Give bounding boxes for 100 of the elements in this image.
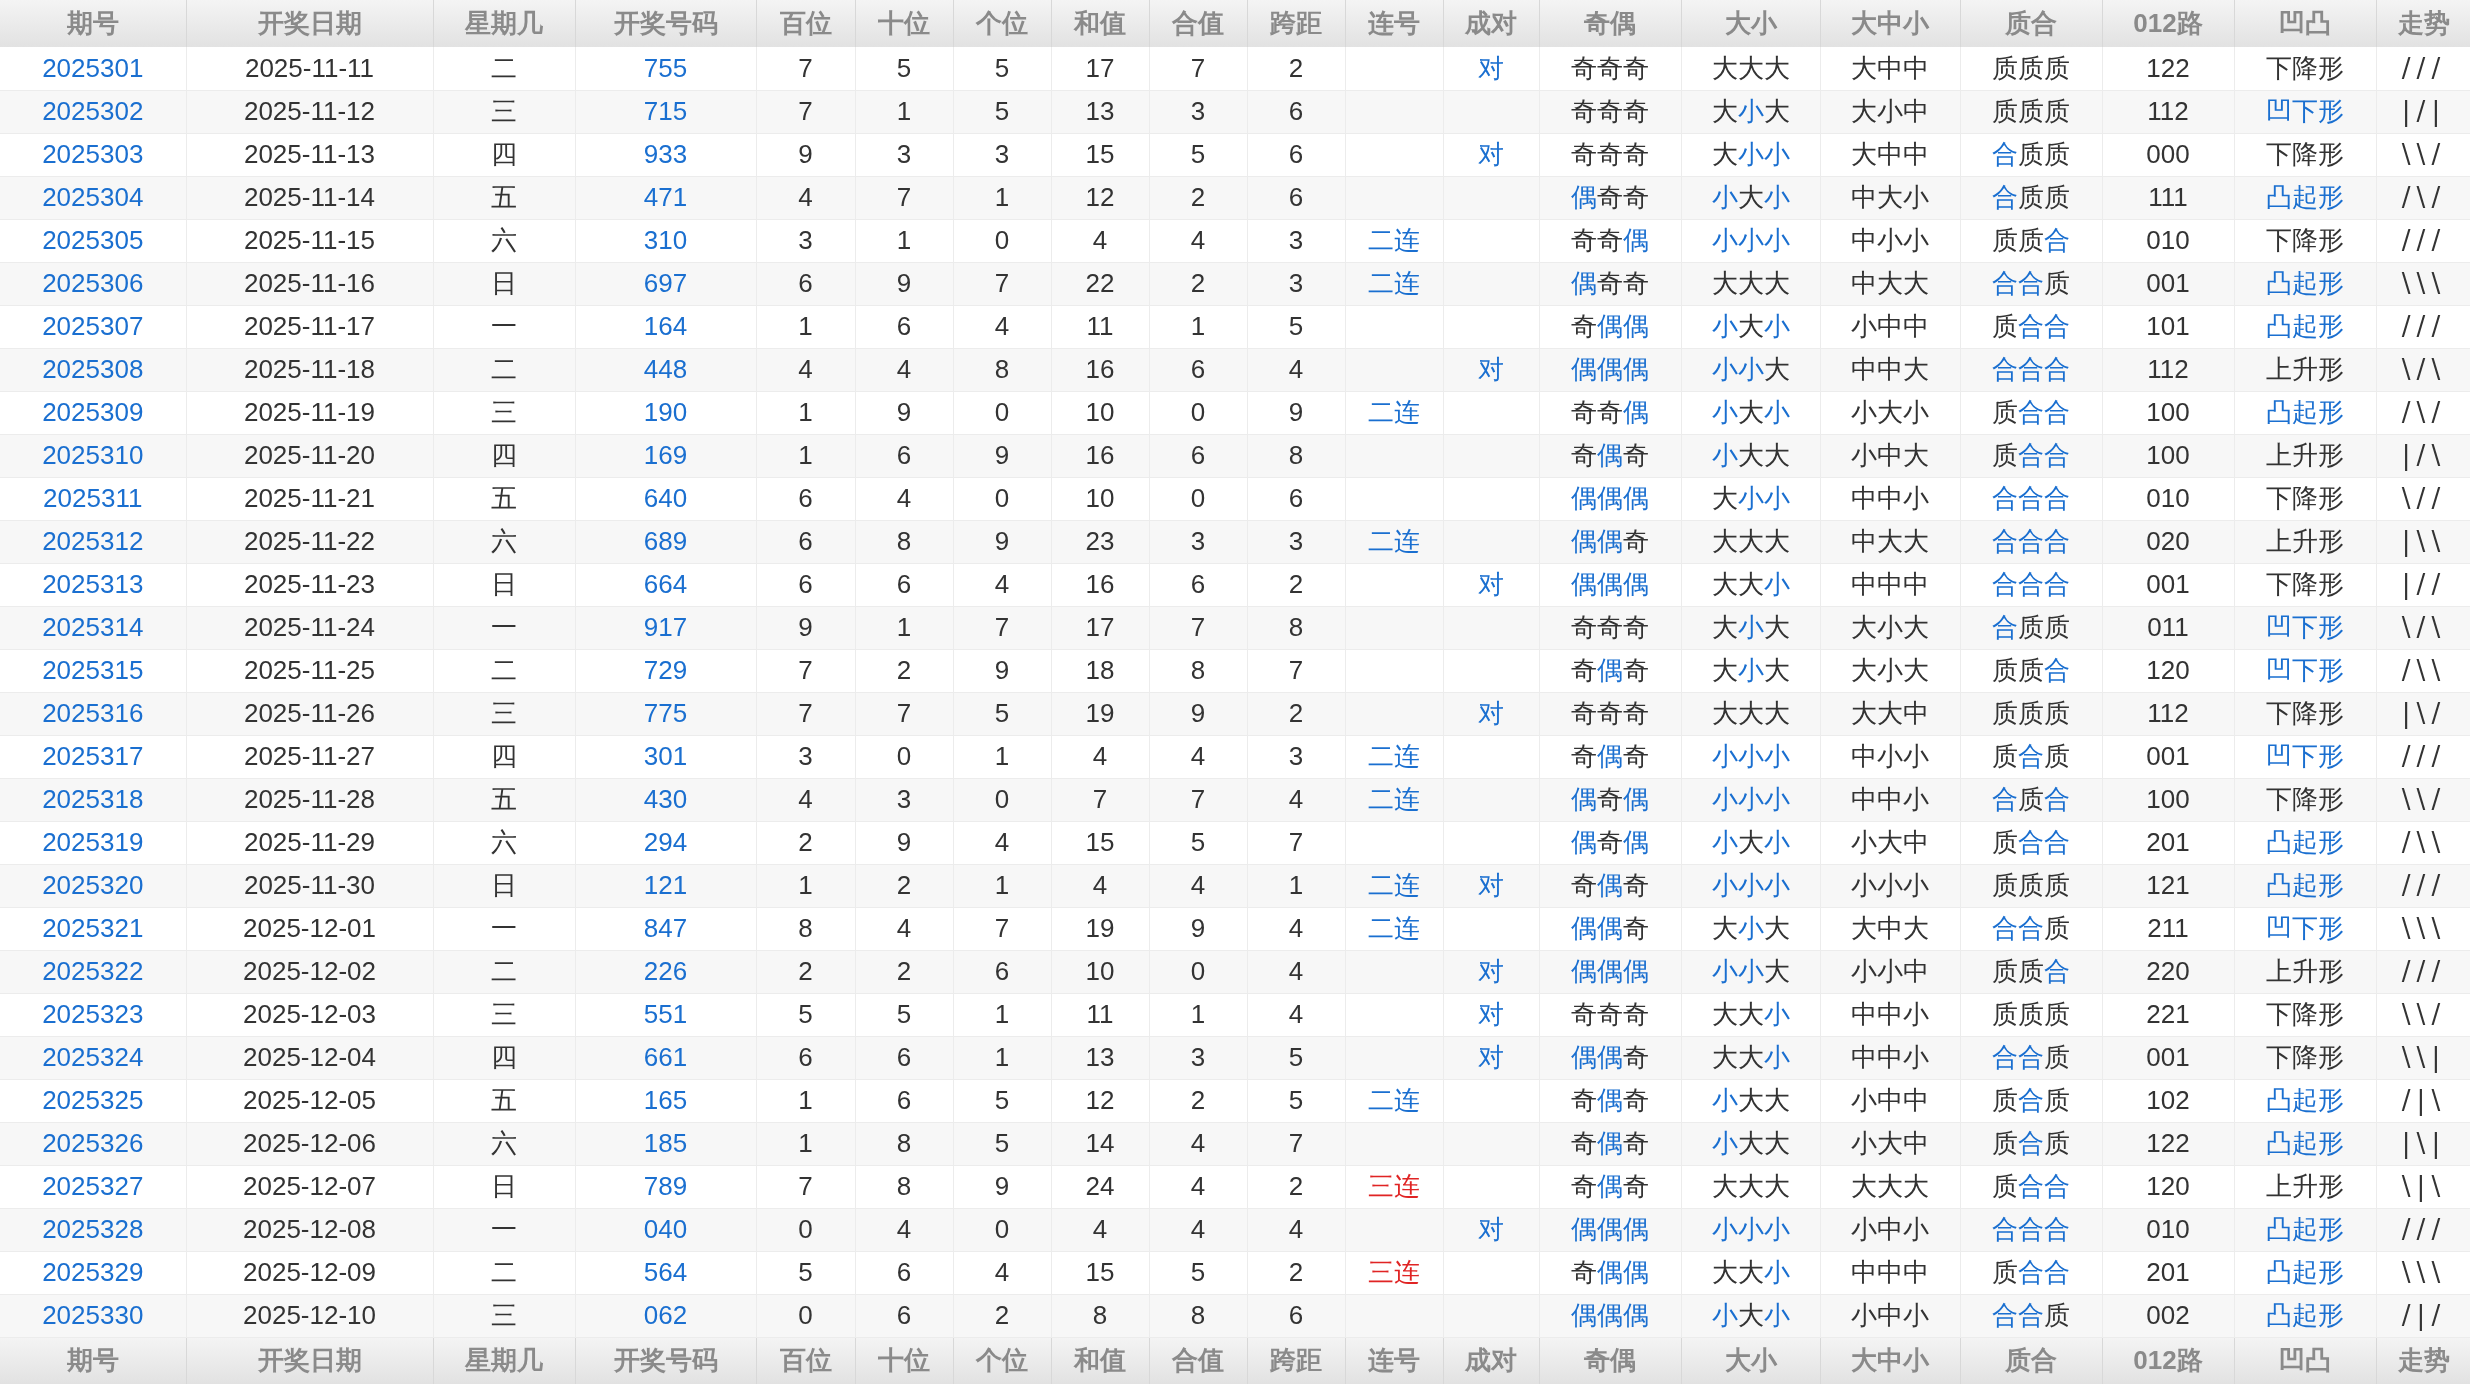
table-cell[interactable]: 2025306	[0, 262, 186, 305]
table-cell: 2025-11-14	[186, 176, 433, 219]
table-cell: |\/	[2376, 692, 2470, 735]
table-cell[interactable]: 2025318	[0, 778, 186, 821]
table-cell: 质质质	[1960, 90, 2102, 133]
table-cell: 10	[1051, 391, 1149, 434]
table-cell: 6	[1149, 348, 1247, 391]
table-cell: 大大小	[1681, 1251, 1820, 1294]
table-cell: 小大中	[1820, 821, 1960, 864]
table-cell: 6	[855, 1079, 953, 1122]
table-cell: 2025-11-15	[186, 219, 433, 262]
table-cell: 二连	[1345, 1079, 1443, 1122]
table-cell: 质合质	[1960, 1122, 2102, 1165]
table-cell: 301	[575, 735, 756, 778]
column-footer: 奇偶	[1539, 1337, 1681, 1384]
table-cell: 下降形	[2234, 692, 2376, 735]
table-cell: 奇奇奇	[1539, 90, 1681, 133]
table-cell[interactable]: 2025302	[0, 90, 186, 133]
table-cell[interactable]: 2025312	[0, 520, 186, 563]
table-cell[interactable]: 2025324	[0, 1036, 186, 1079]
table-cell[interactable]: 2025309	[0, 391, 186, 434]
table-cell: 合质合	[1960, 778, 2102, 821]
table-cell: 12	[1051, 1079, 1149, 1122]
table-cell: 6	[1149, 434, 1247, 477]
table-cell: 小大大	[1681, 1122, 1820, 1165]
table-cell[interactable]: 2025328	[0, 1208, 186, 1251]
table-cell[interactable]: 2025321	[0, 907, 186, 950]
table-cell: 奇奇奇	[1539, 993, 1681, 1036]
table-cell: 大大大	[1681, 692, 1820, 735]
table-cell: 2	[855, 649, 953, 692]
table-cell[interactable]: 2025311	[0, 477, 186, 520]
table-cell[interactable]: 2025317	[0, 735, 186, 778]
table-cell: 6	[1149, 563, 1247, 606]
table-cell: 偶奇奇	[1539, 176, 1681, 219]
table-cell[interactable]: 2025325	[0, 1079, 186, 1122]
table-cell: 430	[575, 778, 756, 821]
table-cell: 201	[2102, 1251, 2234, 1294]
table-cell[interactable]: 2025320	[0, 864, 186, 907]
table-cell: 2025-12-05	[186, 1079, 433, 1122]
column-footer: 开奖号码	[575, 1337, 756, 1384]
table-cell: 5	[953, 1122, 1051, 1165]
table-cell[interactable]: 2025314	[0, 606, 186, 649]
table-cell[interactable]: 2025327	[0, 1165, 186, 1208]
table-cell[interactable]: 2025301	[0, 47, 186, 90]
table-cell: 6	[1247, 1294, 1345, 1337]
table-cell: 2025-11-19	[186, 391, 433, 434]
table-cell: 4	[855, 348, 953, 391]
table-cell[interactable]: 2025326	[0, 1122, 186, 1165]
table-cell[interactable]: 2025303	[0, 133, 186, 176]
table-cell: 偶偶奇	[1539, 520, 1681, 563]
table-cell: 上升形	[2234, 1165, 2376, 1208]
table-cell: 4	[1051, 735, 1149, 778]
table-cell[interactable]: 2025329	[0, 1251, 186, 1294]
table-cell[interactable]: 2025322	[0, 950, 186, 993]
table-cell: 4	[1149, 1122, 1247, 1165]
table-cell: 凹下形	[2234, 735, 2376, 778]
table-cell: 7	[756, 649, 855, 692]
table-cell[interactable]: 2025305	[0, 219, 186, 262]
table-cell: 169	[575, 434, 756, 477]
table-cell: 11	[1051, 993, 1149, 1036]
table-cell[interactable]: 2025304	[0, 176, 186, 219]
table-cell: 2	[1247, 563, 1345, 606]
table-cell[interactable]: 2025307	[0, 305, 186, 348]
table-cell: 2025-12-08	[186, 1208, 433, 1251]
table-cell: 9	[756, 606, 855, 649]
table-cell[interactable]: 2025315	[0, 649, 186, 692]
table-cell[interactable]: 2025310	[0, 434, 186, 477]
table-cell[interactable]: 2025319	[0, 821, 186, 864]
table-cell: 121	[2102, 864, 2234, 907]
table-cell: 大中大	[1820, 907, 1960, 950]
table-cell: 2	[953, 1294, 1051, 1337]
table-cell: 大大大	[1681, 520, 1820, 563]
table-cell: 0	[1149, 950, 1247, 993]
table-cell: 奇奇偶	[1539, 219, 1681, 262]
table-cell: 质合合	[1960, 821, 2102, 864]
table-cell[interactable]: 2025308	[0, 348, 186, 391]
table-cell: 13	[1051, 90, 1149, 133]
table-cell: 3	[953, 133, 1051, 176]
table-cell[interactable]: 2025316	[0, 692, 186, 735]
table-cell: 六	[433, 520, 575, 563]
column-footer: 大中小	[1820, 1337, 1960, 1384]
table-cell[interactable]: 2025323	[0, 993, 186, 1036]
table-cell: 下降形	[2234, 47, 2376, 90]
table-cell: 661	[575, 1036, 756, 1079]
table-cell: 中大小	[1820, 176, 1960, 219]
table-cell: 4	[1051, 1208, 1149, 1251]
table-cell: 奇偶偶	[1539, 305, 1681, 348]
table-cell: 2025-11-16	[186, 262, 433, 305]
table-cell: 大大大	[1681, 262, 1820, 305]
table-cell: 2025-11-13	[186, 133, 433, 176]
table-cell: 4	[1247, 778, 1345, 821]
table-cell: 偶奇奇	[1539, 262, 1681, 305]
table-cell: 日	[433, 262, 575, 305]
table-cell: 2025-11-26	[186, 692, 433, 735]
table-cell: 3	[1149, 90, 1247, 133]
table-cell: 122	[2102, 47, 2234, 90]
table-cell[interactable]: 2025313	[0, 563, 186, 606]
table-cell: 小中中	[1820, 1079, 1960, 1122]
table-cell: 100	[2102, 434, 2234, 477]
table-cell[interactable]: 2025330	[0, 1294, 186, 1337]
